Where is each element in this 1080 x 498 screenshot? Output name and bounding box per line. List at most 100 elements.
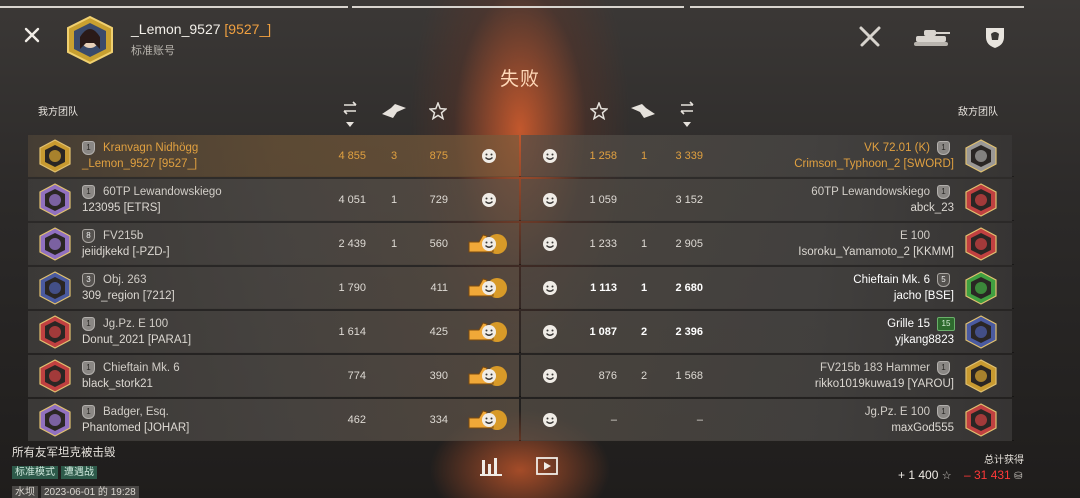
react-smile-icon[interactable] — [542, 412, 558, 428]
react-smile-icon[interactable] — [542, 368, 558, 384]
vehicle-tier-badge: 3 — [82, 273, 95, 287]
enemy-player-card[interactable]: 1 258 1 3 339 VK 72.01 (K) Crimson_Typhoon_2… — [521, 135, 1012, 177]
damage-value: 1 614 — [338, 326, 366, 338]
enemy-avatar — [964, 403, 998, 437]
player-emblem-icon — [965, 139, 997, 173]
close-icon[interactable] — [22, 25, 42, 45]
ally-avatar — [38, 359, 72, 393]
tank-name: Grille 15 — [887, 318, 930, 330]
xp-value: 2 905 — [675, 238, 703, 250]
top-divider — [690, 6, 1024, 8]
player-emblem-icon — [965, 315, 997, 349]
damage-value: 774 — [347, 370, 366, 382]
sort-icon[interactable] — [679, 100, 695, 130]
ally-player-card[interactable]: 8 FV215b jeiidjkekd [-PZD-] 2 439 1 560 — [28, 223, 519, 265]
totals-label: 总计获得 — [984, 455, 1024, 466]
top-divider — [352, 6, 684, 8]
react-smile-icon[interactable] — [481, 324, 497, 340]
enemy-player-card[interactable]: 1 113 1 2 680 Chieftain Mk. 6 jacho [BSE] 5 — [521, 267, 1012, 309]
react-smile-icon[interactable] — [542, 324, 558, 340]
enemy-player-card[interactable]: 1 233 1 2 905 E 100 Isoroku_Yamamoto_2 [KKMM… — [521, 223, 1012, 265]
damage-icon[interactable] — [630, 102, 656, 120]
kills-value: 3 — [390, 150, 398, 162]
table-row: 1 Chieftain Mk. 6 black_stork21 774 390 876 2 1… — [28, 355, 1014, 397]
star-icon[interactable] — [429, 102, 447, 120]
tank-name: E 100 — [899, 230, 930, 242]
xp-value: 3 339 — [675, 150, 703, 162]
player-emblem-icon — [39, 359, 71, 393]
player-emblem-icon — [39, 271, 71, 305]
react-smile-icon[interactable] — [481, 192, 497, 208]
react-smile-icon[interactable] — [542, 236, 558, 252]
enemy-avatar — [964, 271, 998, 305]
enemy-player-card[interactable]: – – Jg.Pz. E 100 maxGod555 1 — [521, 399, 1012, 441]
react-smile-icon[interactable] — [481, 368, 497, 384]
stats-chart-icon[interactable] — [480, 456, 502, 476]
player-emblem-icon — [965, 227, 997, 261]
react-smile-icon[interactable] — [481, 412, 497, 428]
damage-icon[interactable] — [381, 102, 407, 120]
table-row: 1 Jg.Pz. E 100 Donut_2021 [PARA1] 1 614 425 1… — [28, 311, 1014, 353]
map-tag: 水坝 — [12, 486, 38, 498]
react-smile-icon[interactable] — [542, 148, 558, 164]
kills-value: 2 — [640, 326, 648, 338]
enemy-player-card[interactable]: 1 087 2 2 396 Grille 15 yjkang8823 15 — [521, 311, 1012, 353]
battle-results-table: 1 Kranvagn Nidhögg _Lemon_9527 [9527_] 4 85… — [28, 135, 1014, 441]
player-emblem-icon — [39, 183, 71, 217]
coin-icon: ⛁ — [1014, 471, 1023, 482]
player-clan-tag: [9527_] — [224, 21, 272, 37]
ally-player-card[interactable]: 3 Obj. 263 309_region [7212] 1 790 411 — [28, 267, 519, 309]
tank-name: Jg.Pz. E 100 — [103, 318, 169, 330]
ally-avatar — [38, 183, 72, 217]
battle-type-tag: 遭遇战 — [61, 466, 97, 479]
enemy-avatar — [964, 183, 998, 217]
ally-player-card[interactable]: 1 Jg.Pz. E 100 Donut_2021 [PARA1] 1 614 425 — [28, 311, 519, 353]
damage-value: 4 051 — [338, 194, 366, 206]
vehicle-tier-badge: 1 — [937, 361, 950, 375]
player-name: yjkang8823 — [895, 334, 954, 346]
ally-player-card[interactable]: 1 Badger, Esq. Phantomed [JOHAR] 462 334 — [28, 399, 519, 441]
enemy-player-card[interactable]: 876 2 1 568 FV215b 183 Hammer rikko1019kuwa1… — [521, 355, 1012, 397]
player-name: Crimson_Typhoon_2 [SWORD] — [794, 158, 954, 170]
credits-value: + 1 400 — [898, 468, 939, 482]
tank-name: Jg.Pz. E 100 — [864, 406, 930, 418]
ally-player-card[interactable]: 1 Kranvagn Nidhögg _Lemon_9527 [9527_] 4 85… — [28, 135, 519, 177]
damage-value: 1 113 — [590, 282, 617, 294]
player-name: black_stork21 — [82, 378, 153, 390]
tank-icon[interactable] — [912, 28, 952, 48]
player-name: jeiidjkekd [-PZD-] — [82, 246, 170, 258]
lion-crest-icon[interactable] — [984, 25, 1006, 49]
sort-icon[interactable] — [342, 100, 358, 130]
ally-player-card[interactable]: 1 60TP Lewandowskiego 123095 [ETRS] 4 051 1 7… — [28, 179, 519, 221]
table-row: 1 60TP Lewandowskiego 123095 [ETRS] 4 051 1 7… — [28, 179, 1014, 221]
tank-name: FV215b — [103, 230, 144, 242]
react-smile-icon[interactable] — [481, 148, 497, 164]
react-smile-icon[interactable] — [481, 280, 497, 296]
vehicle-tier-badge: 1 — [82, 185, 95, 199]
tank-name: Chieftain Mk. 6 — [853, 274, 930, 286]
enemy-player-card[interactable]: 1 059 3 152 60TP Lewandowskiego abck_23 1 — [521, 179, 1012, 221]
xp-value: 2 680 — [675, 282, 703, 294]
player-emblem-icon — [965, 359, 997, 393]
ally-player-card[interactable]: 1 Chieftain Mk. 6 black_stork21 774 390 — [28, 355, 519, 397]
react-smile-icon[interactable] — [542, 280, 558, 296]
damage-value: 1 790 — [338, 282, 366, 294]
player-emblem-icon — [39, 315, 71, 349]
xp-value: 875 — [429, 150, 448, 162]
star-icon[interactable] — [590, 102, 608, 120]
vehicle-tier-badge: 5 — [937, 273, 950, 287]
tank-name: VK 72.01 (K) — [864, 142, 930, 154]
tank-name: Obj. 263 — [103, 274, 147, 286]
player-emblem-avatar — [67, 15, 113, 65]
react-smile-icon[interactable] — [481, 236, 497, 252]
player-name: Donut_2021 [PARA1] — [82, 334, 192, 346]
crossed-swords-icon[interactable] — [858, 25, 882, 49]
player-emblem-icon — [965, 183, 997, 217]
xp-value: – — [696, 414, 703, 426]
react-smile-icon[interactable] — [542, 192, 558, 208]
enemy-avatar — [964, 227, 998, 261]
tank-name: Kranvagn Nidhögg — [103, 142, 199, 154]
enemy-avatar — [964, 315, 998, 349]
gold-earned: – 31 431 ⛁ — [964, 468, 1022, 482]
replay-icon[interactable] — [536, 456, 558, 476]
